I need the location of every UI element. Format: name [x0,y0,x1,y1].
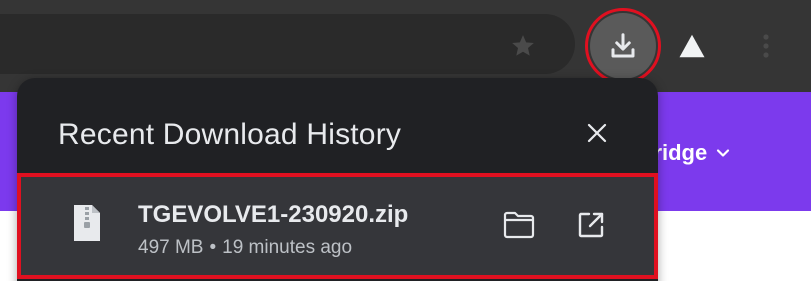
downloads-button[interactable] [585,8,661,84]
bookmark-star-button[interactable] [505,28,541,64]
folder-icon [503,211,535,239]
close-icon [587,123,607,143]
profile-icon [679,34,705,58]
download-item[interactable]: TGEVOLVE1-230920.zip 497 MB • 19 minutes… [17,173,658,279]
open-external-icon [578,212,604,238]
address-bar[interactable] [0,14,575,74]
chevron-down-icon [717,149,730,157]
download-time: 19 minutes ago [222,237,353,258]
browser-menu-button[interactable] [754,28,778,64]
download-file-size: 497 MB [138,237,204,258]
downloads-button-background [590,13,656,79]
screenshot-root: bridge Recent Download History TGEVOLVE1… [0,0,811,281]
popup-title: Recent Download History [58,118,402,151]
meta-separator: • [209,237,217,258]
profile-button[interactable] [674,28,710,64]
star-icon [512,35,534,56]
download-icon [611,33,635,58]
close-button[interactable] [582,118,612,148]
kebab-menu-icon [763,34,769,58]
download-history-popup: Recent Download History TGEVOLVE1-230920… [17,78,658,281]
open-file-button[interactable] [573,207,609,243]
download-file-meta: 497 MB • 19 minutes ago [138,237,352,259]
file-zip-icon [71,203,103,243]
download-file-name: TGEVOLVE1-230920.zip [138,201,409,228]
show-in-folder-button[interactable] [501,207,537,243]
